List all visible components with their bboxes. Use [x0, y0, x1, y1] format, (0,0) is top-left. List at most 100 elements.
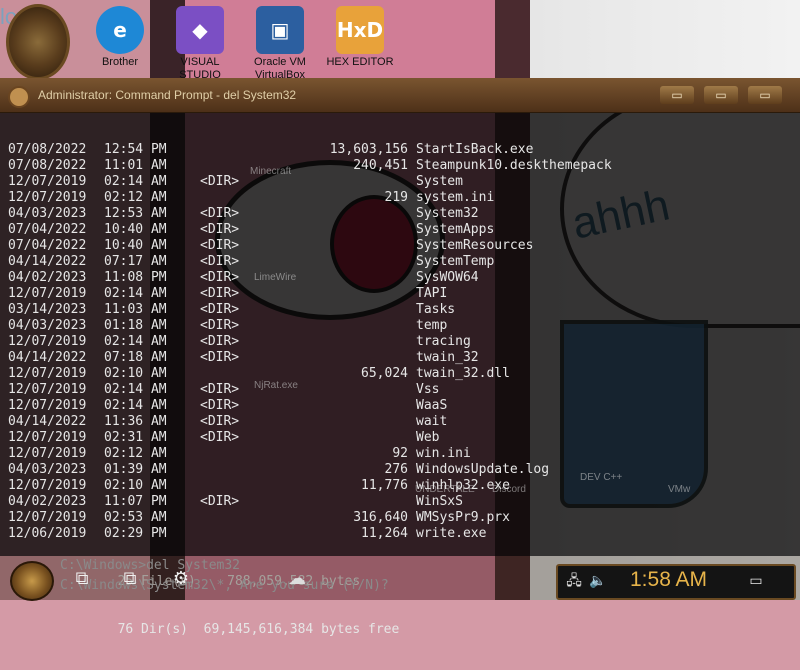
- command-prompt-window[interactable]: Administrator: Command Prompt - del Syst…: [0, 78, 800, 637]
- listing-dir-flag: <DIR>: [200, 238, 240, 253]
- listing-name: WaaS: [416, 398, 448, 413]
- listing-row: 12/06/2019 02:29 PM 11,264 write.exe: [8, 526, 788, 542]
- window-title: Administrator: Command Prompt - del Syst…: [38, 88, 297, 102]
- listing-dir-flag: <DIR>: [200, 350, 240, 365]
- listing-dir-flag: <DIR>: [200, 430, 240, 445]
- listing-time: 11:03 AM: [104, 302, 167, 317]
- taskbar-clock[interactable]: 1:58 AM: [630, 568, 707, 592]
- listing-name: system.ini: [416, 190, 495, 205]
- start-button[interactable]: [10, 561, 54, 601]
- close-button[interactable]: ▭: [748, 86, 782, 104]
- notifications-icon[interactable]: ▭: [746, 572, 766, 590]
- listing-date: 03/14/2023: [8, 302, 87, 317]
- listing-row: 04/14/2022 11:36 AM <DIR> wait: [8, 414, 788, 430]
- desktop-icon-label: Brother: [101, 56, 139, 68]
- listing-date: 12/07/2019: [8, 478, 87, 493]
- summary-dirs: 76 Dir(s) 69,145,616,384 bytes free: [8, 622, 400, 637]
- listing-name: SystemApps: [416, 222, 495, 237]
- listing-name: System32: [416, 206, 479, 221]
- listing-name: Steampunk10.deskthemepack: [416, 158, 612, 173]
- desktop-icon-edge[interactable]: e Brother: [83, 6, 157, 69]
- window-titlebar[interactable]: Administrator: Command Prompt - del Syst…: [0, 78, 800, 113]
- listing-size: [296, 206, 408, 222]
- listing-size: [296, 302, 408, 318]
- listing-time: 01:18 AM: [104, 318, 167, 333]
- listing-row: 12/07/2019 02:14 AM <DIR> Vss: [8, 382, 788, 398]
- listing-row: 04/14/2022 07:17 AM <DIR> SystemTemp: [8, 254, 788, 270]
- listing-row: 04/02/2023 11:07 PM <DIR> WinSxS: [8, 494, 788, 510]
- listing-date: 04/02/2023: [8, 494, 87, 509]
- listing-size: [296, 382, 408, 398]
- listing-name: winhlp32.exe: [416, 478, 510, 493]
- listing-time: 02:14 AM: [104, 334, 167, 349]
- listing-name: Tasks: [416, 302, 456, 317]
- listing-row: 04/14/2022 07:18 AM <DIR> twain_32: [8, 350, 788, 366]
- listing-name: SysWOW64: [416, 270, 479, 285]
- steampunk-gear-icon: [6, 4, 70, 80]
- listing-dir-flag: [200, 190, 296, 206]
- listing-size: 276: [384, 462, 408, 477]
- listing-date: 07/04/2022: [8, 238, 87, 253]
- listing-size: [296, 414, 408, 430]
- listing-time: 11:08 PM: [104, 270, 167, 285]
- listing-dir-flag: <DIR>: [200, 222, 240, 237]
- network-icon[interactable]: 🖧: [564, 572, 584, 590]
- listing-date: 12/07/2019: [8, 510, 87, 525]
- listing-size: [296, 318, 408, 334]
- listing-row: 12/07/2019 02:31 AM <DIR> Web: [8, 430, 788, 446]
- listing-name: wait: [416, 414, 448, 429]
- listing-row: 07/08/2022 11:01 AM 240,451 Steampunk10.des…: [8, 158, 788, 174]
- listing-dir-flag: <DIR>: [200, 398, 240, 413]
- task-view-icon[interactable]: ⧉: [70, 568, 94, 590]
- listing-row: 12/07/2019 02:53 AM 316,640 WMSysPr9.prx: [8, 510, 788, 526]
- maximize-button[interactable]: ▭: [704, 86, 738, 104]
- listing-row: 12/07/2019 02:14 AM <DIR> WaaS: [8, 398, 788, 414]
- listing-size: [296, 286, 408, 302]
- listing-name: SystemTemp: [416, 254, 495, 269]
- listing-row: 07/04/2022 10:40 AM <DIR> SystemApps: [8, 222, 788, 238]
- listing-row: 12/07/2019 02:14 AM <DIR> TAPI: [8, 286, 788, 302]
- listing-dir-flag: [200, 462, 296, 478]
- volume-muted-icon[interactable]: 🔈: [588, 572, 608, 590]
- listing-dir-flag: [200, 142, 296, 158]
- listing-date: 04/02/2023: [8, 270, 87, 285]
- listing-size: [296, 398, 408, 414]
- listing-time: 11:36 AM: [104, 414, 167, 429]
- listing-size: 92: [392, 446, 408, 461]
- listing-dir-flag: [200, 366, 296, 382]
- listing-dir-flag: <DIR>: [200, 174, 240, 189]
- desktop-icon-visual-studio[interactable]: ◆ VISUAL STUDIO: [163, 6, 237, 82]
- listing-date: 12/07/2019: [8, 286, 87, 301]
- listing-name: Web: [416, 430, 440, 445]
- listing-dir-flag: [200, 446, 296, 462]
- listing-size: [296, 334, 408, 350]
- listing-name: WinSxS: [416, 494, 463, 509]
- listing-date: 07/04/2022: [8, 222, 87, 237]
- listing-dir-flag: <DIR>: [200, 494, 240, 509]
- task-view-icon-2[interactable]: ⧉: [118, 568, 142, 590]
- listing-date: 12/07/2019: [8, 398, 87, 413]
- listing-date: 04/14/2022: [8, 350, 87, 365]
- listing-time: 01:39 AM: [104, 462, 167, 477]
- listing-dir-flag: <DIR>: [200, 302, 240, 317]
- settings-gear-icon[interactable]: ⚙: [169, 568, 193, 590]
- listing-name: write.exe: [416, 526, 487, 541]
- listing-name: tracing: [416, 334, 471, 349]
- directory-listing: 07/08/2022 12:54 PM 13,603,156 StartIsBack.…: [8, 142, 788, 542]
- blurred-app-icon[interactable]: ☁: [282, 568, 312, 590]
- listing-dir-flag: <DIR>: [200, 206, 240, 221]
- desktop-icon-label: HEX EDITOR: [326, 56, 394, 68]
- listing-date: 04/03/2023: [8, 318, 87, 333]
- listing-time: 02:12 AM: [104, 446, 167, 461]
- listing-date: 12/07/2019: [8, 174, 87, 189]
- listing-date: 12/07/2019: [8, 190, 87, 205]
- listing-size: 240,451: [353, 158, 408, 173]
- listing-date: 04/14/2022: [8, 414, 87, 429]
- listing-name: twain_32: [416, 350, 479, 365]
- desktop-icon-virtualbox[interactable]: ▣ Oracle VM VirtualBox: [243, 6, 317, 82]
- listing-name: WindowsUpdate.log: [416, 462, 550, 477]
- minimize-button[interactable]: ▭: [660, 86, 694, 104]
- desktop-icon-hxd[interactable]: HxD HEX EDITOR: [323, 6, 397, 69]
- listing-time: 02:53 AM: [104, 510, 167, 525]
- listing-size: [296, 174, 408, 190]
